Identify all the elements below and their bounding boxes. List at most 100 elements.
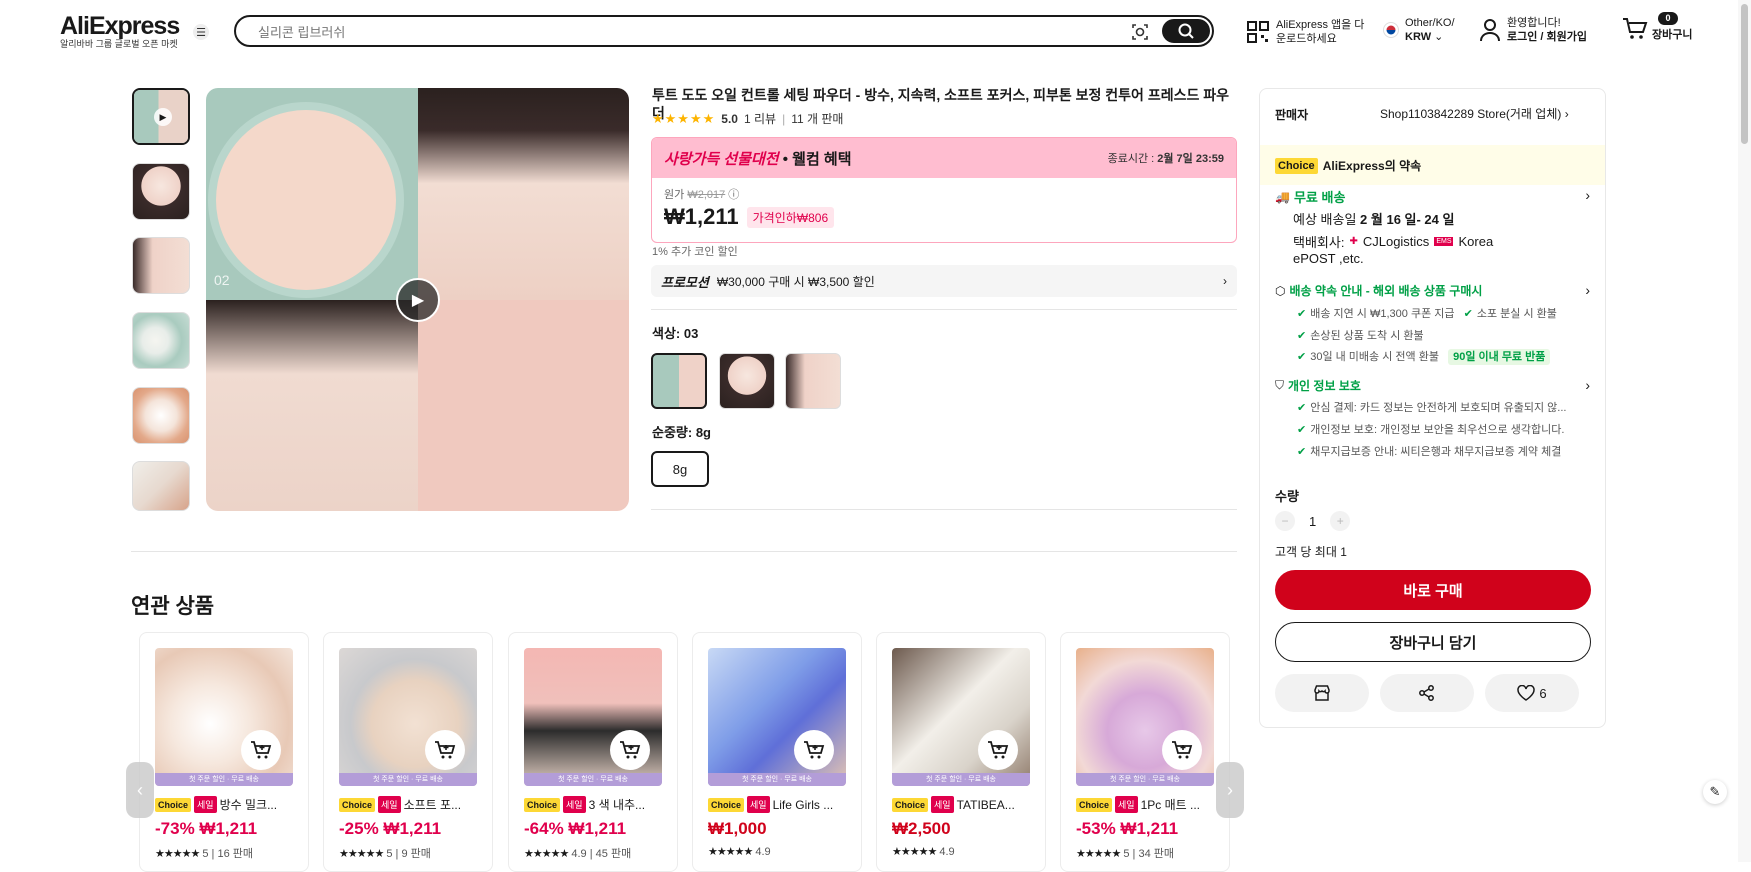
privacy-row[interactable]: ⛉ 개인 정보 보호 (1275, 377, 1361, 394)
product-card[interactable]: 첫 주문 할인 · 무료 배송 Choice 세일 Life Girls ... ₩1,… (692, 632, 862, 872)
thumbnail-2[interactable] (132, 163, 190, 220)
free-return-badge: 90일 이내 무료 반품 (1448, 349, 1551, 365)
weight-option-8g[interactable]: 8g (651, 451, 709, 487)
product-card-image[interactable]: 첫 주문 할인 · 무료 배송 (1076, 648, 1214, 786)
region-selector[interactable]: Other/KO/KRW ⌄ (1383, 16, 1455, 44)
cart-link[interactable]: 0 장바구니 (1622, 12, 1692, 42)
account-menu[interactable]: 환영합니다! 로그인 / 회원가입 (1479, 16, 1587, 44)
minus-icon[interactable]: − (1275, 511, 1295, 531)
add-to-cart-icon[interactable] (794, 730, 834, 770)
search-bar (234, 15, 1214, 47)
color-option-3[interactable] (785, 353, 841, 409)
app-download[interactable]: AliExpress 앱을 다 운로드하세요 (1246, 18, 1364, 46)
cj-logo-icon: ✚ (1349, 236, 1358, 247)
original-price: ₩2,017 (687, 189, 726, 201)
divider (651, 309, 1237, 310)
product-card-title[interactable]: Choice 세일 Life Girls ... (708, 796, 853, 813)
color-label: 색상: 03 (652, 326, 699, 341)
thumbnail-1[interactable]: ▶ (132, 88, 190, 145)
add-to-cart-icon[interactable] (978, 730, 1018, 770)
sold-count: 34 판매 (1138, 848, 1175, 860)
end-time: 2월 7일 23:59 (1157, 153, 1224, 165)
chevron-right-icon[interactable]: › (1585, 377, 1590, 393)
sold-count: 16 판매 (217, 848, 254, 860)
product-card-title[interactable]: Choice 세일 3 색 내추... (524, 796, 669, 813)
add-to-cart-icon[interactable] (610, 730, 650, 770)
scrollbar-thumb[interactable] (1741, 4, 1748, 144)
add-to-cart-icon[interactable] (1162, 730, 1202, 770)
product-card-image[interactable]: 첫 주문 할인 · 무료 배송 (524, 648, 662, 786)
card-strip: 첫 주문 할인 · 무료 배송 (1076, 773, 1214, 786)
camera-search-icon[interactable] (1130, 22, 1150, 42)
product-card-title[interactable]: Choice 세일 TATIBEA... (892, 796, 1037, 813)
welcome-text: 환영합니다! (1507, 17, 1561, 29)
product-rating: ★★★★★ 5 | 16 판매 (155, 848, 254, 860)
product-card-title[interactable]: Choice 세일 방수 밀크... (155, 796, 300, 813)
product-card[interactable]: 첫 주문 할인 · 무료 배송 Choice 세일 1Pc 매트 ... -53% ₩1… (1060, 632, 1230, 872)
search-input[interactable] (258, 23, 1058, 41)
sale-badge: 세일 (1115, 796, 1138, 813)
share-button[interactable] (1380, 674, 1474, 712)
quantity-value[interactable]: 1 (1309, 514, 1316, 529)
product-card[interactable]: 첫 주문 할인 · 무료 배송 Choice 세일 TATIBEA... ₩2,500 ★… (876, 632, 1046, 872)
add-to-cart-button[interactable]: 장바구니 담기 (1275, 622, 1591, 662)
chevron-right-icon[interactable]: › (1585, 282, 1590, 298)
wishlist-button[interactable]: 6 (1485, 674, 1579, 712)
login-link[interactable]: 로그인 / 회원가입 (1507, 31, 1587, 43)
check-icon: ✔ (1297, 330, 1307, 342)
choice-badge: Choice (1275, 157, 1318, 174)
play-video-icon[interactable]: ▶ (396, 278, 440, 322)
product-card[interactable]: 첫 주문 할인 · 무료 배송 Choice 세일 3 색 내추... -64% ₩1,… (508, 632, 678, 872)
menu-icon[interactable]: ☰ (193, 24, 209, 40)
buy-now-button[interactable]: 바로 구매 (1275, 570, 1591, 610)
card-strip: 첫 주문 할인 · 무료 배송 (708, 773, 846, 786)
product-price: ₩1,000 (708, 819, 767, 838)
chevron-right-icon[interactable]: › (1585, 187, 1590, 203)
product-card-title[interactable]: Choice 세일 1Pc 매트 ... (1076, 796, 1221, 813)
product-card[interactable]: 첫 주문 할인 · 무료 배송 Choice 세일 소프트 포... -25% ₩1,2… (323, 632, 493, 872)
product-card-image[interactable]: 첫 주문 할인 · 무료 배송 (339, 648, 477, 786)
review-count[interactable]: 1 리뷰 (744, 110, 776, 127)
promotion-text: ₩30,000 구매 시 ₩3,500 할인 (716, 274, 875, 289)
product-card[interactable]: 첫 주문 할인 · 무료 배송 Choice 세일 방수 밀크... -73% ₩1,2… (139, 632, 309, 872)
check-icon: ✔ (1463, 308, 1473, 320)
add-to-cart-icon[interactable] (425, 730, 465, 770)
privacy-3: 채무지급보증 안내: 씨티은행과 채무지급보증 계약 체결 (1310, 446, 1562, 458)
color-option-2[interactable] (719, 353, 775, 409)
seller-link[interactable]: Shop1103842289 Store(거래 업체) › (1380, 105, 1569, 122)
promo-brand: 사랑가득 선물대전 (664, 150, 779, 168)
search-button[interactable] (1162, 19, 1210, 43)
currency: KRW (1405, 31, 1432, 43)
quantity-limit: 고객 당 최대 1 (1275, 545, 1347, 559)
promotion-row[interactable]: 프로모션 ₩30,000 구매 시 ₩3,500 할인 › (651, 265, 1237, 297)
rating-value: 5 (386, 848, 393, 860)
product-name: 1Pc 매트 ... (1140, 798, 1201, 812)
product-card-title[interactable]: Choice 세일 소프트 포... (339, 796, 484, 813)
product-card-image[interactable]: 첫 주문 할인 · 무료 배송 (708, 648, 846, 786)
info-icon[interactable]: ⓘ (728, 189, 739, 201)
store-button[interactable] (1275, 674, 1369, 712)
add-to-cart-icon[interactable] (241, 730, 281, 770)
carousel-prev-icon[interactable]: ‹ (126, 762, 154, 818)
product-card-image[interactable]: 첫 주문 할인 · 무료 배송 (892, 648, 1030, 786)
scrollbar[interactable] (1738, 0, 1751, 862)
thumbnail-3[interactable] (132, 237, 190, 294)
app-line1: AliExpress 앱을 다 (1276, 19, 1365, 31)
delivery-guide-row[interactable]: ⬡ 배송 약속 안내 - 해외 배송 상품 구매시 (1275, 282, 1482, 299)
thumbnail-6[interactable] (132, 461, 190, 511)
product-card-image[interactable]: 첫 주문 할인 · 무료 배송 (155, 648, 293, 786)
choice-badge: Choice (155, 797, 192, 812)
main-product-image[interactable]: 02 ▶ (206, 88, 629, 511)
plus-icon[interactable]: + (1330, 511, 1351, 531)
thumbnail-5[interactable] (132, 387, 190, 444)
carousel-next-icon[interactable]: › (1216, 762, 1244, 818)
product-rating: ★★★★★ 4.9 (892, 845, 955, 858)
product-name: 소프트 포... (403, 798, 462, 812)
feedback-edit-icon[interactable]: ✎ (1703, 780, 1727, 804)
free-shipping-row[interactable]: 🚚 무료 배송 (1275, 187, 1345, 206)
rating-stars-icon: ★★★★★ (524, 848, 569, 860)
color-option-03[interactable] (651, 353, 707, 409)
thumbnail-4[interactable] (132, 312, 190, 369)
rating-stars-icon: ★★★★★ (652, 110, 716, 126)
sale-badge: 세일 (378, 796, 401, 813)
